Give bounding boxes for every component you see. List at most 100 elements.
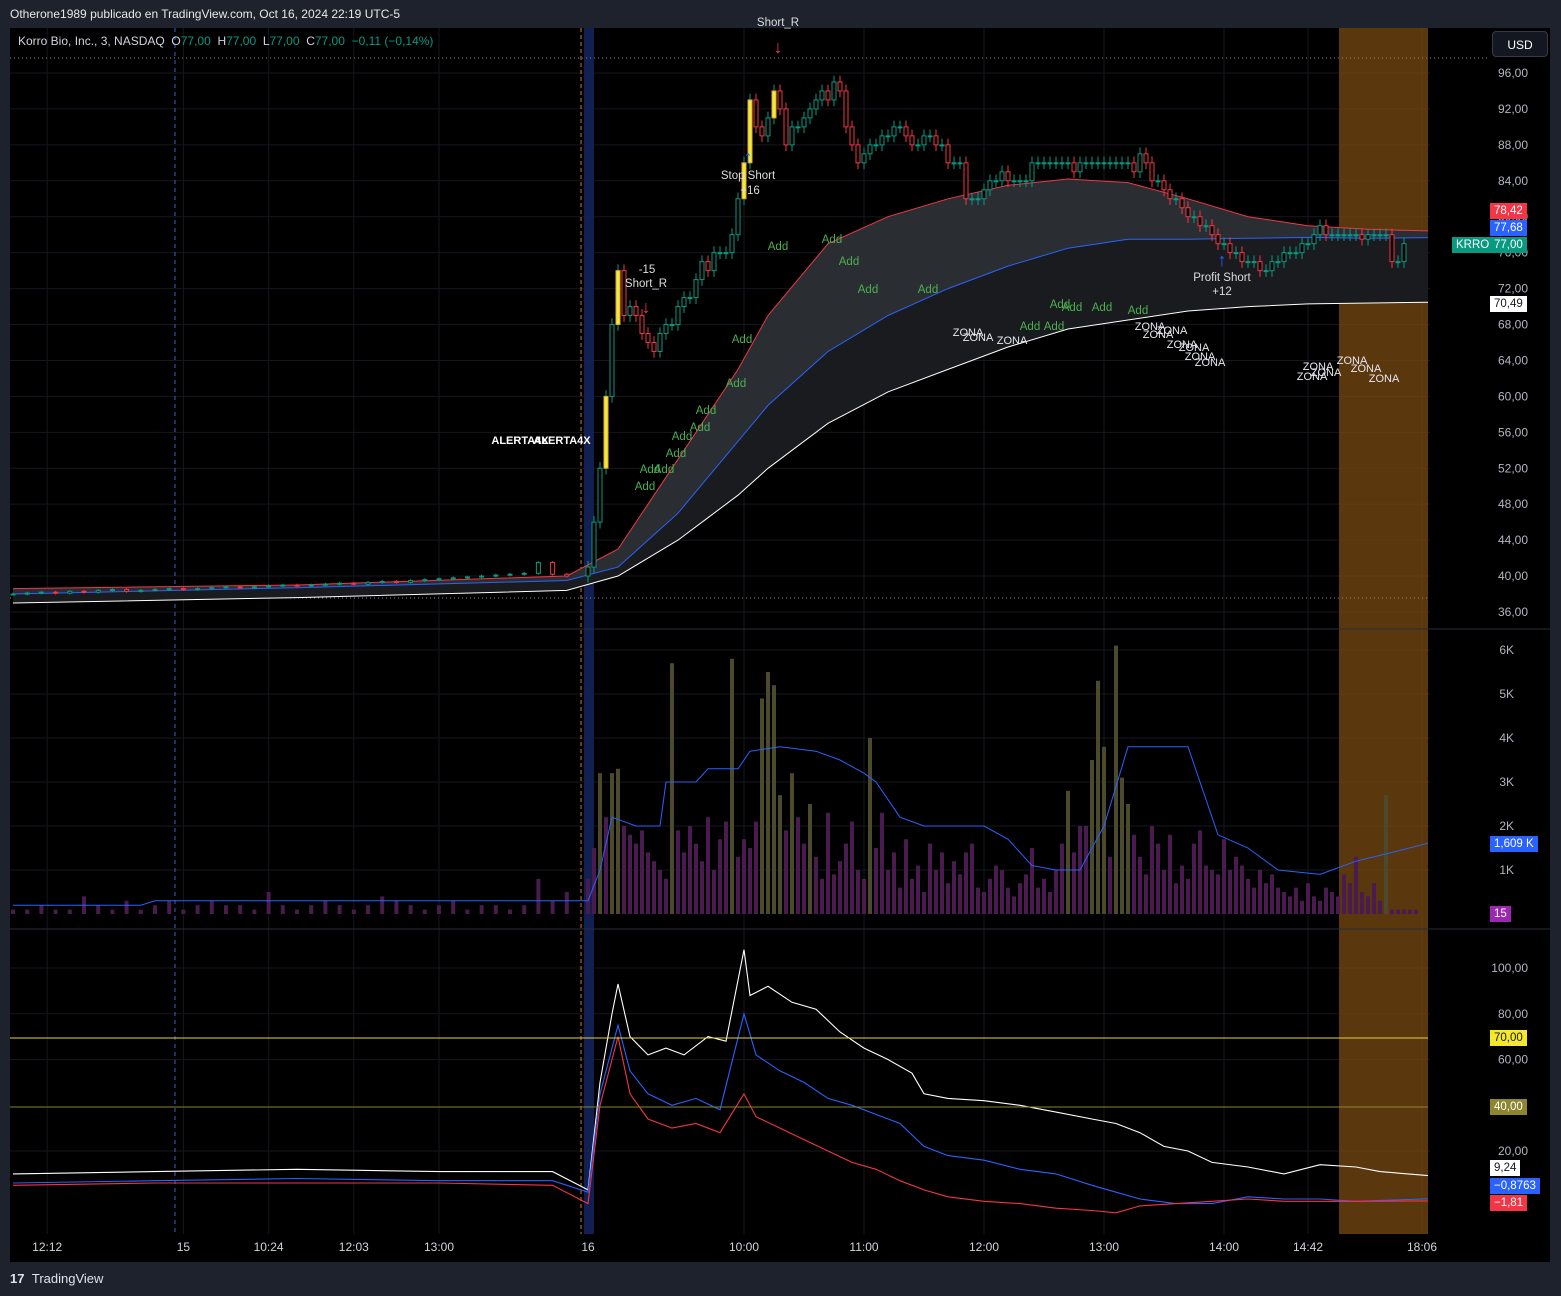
arrow-down-icon: ↓ [642, 297, 651, 317]
volume-bar [1342, 874, 1346, 914]
volume-bar [110, 909, 115, 914]
candle-body [981, 189, 987, 200]
volume-bar [195, 905, 200, 914]
volume-bar [1222, 839, 1226, 914]
candle-body [837, 81, 843, 92]
close-value: 77,00 [314, 34, 345, 48]
candle [771, 84, 777, 125]
volume-bar [1000, 870, 1004, 914]
time-tick-label: 15 [177, 1240, 191, 1254]
price-tick-label: 84,00 [1498, 174, 1528, 188]
time-tick-label: 18:06 [1407, 1240, 1437, 1254]
candle-body [843, 90, 849, 128]
volume-bar [1066, 790, 1070, 914]
volume-bar [252, 909, 257, 914]
osc-white-badge: 9,24 [1490, 1160, 1521, 1176]
volume-bar [1114, 645, 1118, 914]
candle-body [819, 90, 825, 101]
candle-body [1077, 162, 1083, 173]
candle-body [1389, 234, 1395, 263]
volume-bar [1042, 878, 1046, 914]
add-label: Add [918, 284, 938, 296]
signal-value: +16 [740, 185, 760, 197]
volume-bar [536, 878, 541, 914]
candle-body [1179, 198, 1185, 209]
arrow-down-icon: ↓ [774, 37, 783, 57]
volume-bar [1198, 830, 1202, 914]
volume-bar [610, 773, 614, 914]
candle-body [1311, 234, 1317, 245]
candle-body [633, 306, 639, 317]
volume-bar [1306, 883, 1310, 914]
signal-label: Profit Short [1193, 272, 1251, 284]
session-start-band [584, 28, 594, 1234]
volume-bar [1144, 874, 1148, 914]
high-label: H [217, 34, 227, 48]
candle-body [1203, 225, 1209, 228]
volume-bar [53, 909, 58, 914]
volume-bar [408, 905, 413, 914]
time-tick-label: 10:24 [254, 1240, 284, 1254]
volume-bar [844, 843, 848, 914]
volume-bar [736, 856, 740, 914]
volume-bar [1300, 900, 1304, 914]
candle-body [1353, 234, 1359, 237]
candle-body [711, 252, 717, 272]
candle-body [1365, 234, 1371, 240]
candle-body [1083, 162, 1089, 165]
zona-label: ZONA [963, 332, 994, 344]
volume-bar [658, 870, 662, 914]
volume-bar [167, 900, 172, 914]
candle-body [1173, 198, 1179, 201]
volume-bar [652, 861, 656, 914]
candle-body [945, 144, 951, 164]
middle-band-badge: 77,68 [1490, 220, 1527, 236]
currency-button[interactable]: USD [1492, 31, 1548, 57]
candle-body [1395, 261, 1401, 264]
volume-bar [856, 870, 860, 914]
candle-body [1185, 207, 1191, 218]
volume-bar [964, 852, 968, 914]
signal-value: -15 [639, 264, 656, 276]
candle-body [24, 592, 30, 595]
candle-body [1071, 162, 1077, 173]
candle-body [657, 333, 663, 352]
candle-body [669, 324, 675, 327]
candle-body [1047, 162, 1053, 165]
volume-bar [994, 865, 998, 914]
candle-body [705, 261, 711, 272]
volume-tick-label: 2K [1499, 819, 1514, 833]
volume-bar [564, 892, 569, 914]
volume-bar [1012, 896, 1016, 914]
candle-body [166, 588, 172, 591]
chart-canvas[interactable]: 96,0092,0088,0084,0080,0076,0072,0068,00… [0, 0, 1561, 1262]
candle-body [1269, 261, 1275, 272]
volume-bar [796, 817, 800, 914]
open-label: O [171, 34, 181, 48]
candle-body [879, 135, 885, 146]
volume-bar [634, 843, 638, 914]
candle-body [753, 99, 759, 128]
candle-body [891, 126, 897, 137]
volume-bar [1210, 870, 1214, 914]
candle-body [195, 588, 201, 591]
add-label: Add [768, 241, 788, 253]
volume-bar [958, 874, 962, 914]
volume-bar [1390, 909, 1394, 914]
candle-body [152, 589, 158, 592]
candle-body [1347, 234, 1353, 237]
candle-body [1275, 261, 1281, 264]
candle-body [1377, 234, 1383, 237]
volume-bar [437, 905, 441, 914]
volume-tick-label: 4K [1499, 731, 1514, 745]
volume-bar [1186, 878, 1190, 914]
price-tick-label: 60,00 [1498, 389, 1528, 403]
volume-bar [694, 843, 698, 914]
volume-bar [209, 900, 214, 914]
volume-bar [153, 905, 157, 914]
volume-bar [886, 870, 890, 914]
candle-body [735, 198, 741, 236]
price-tick-label: 40,00 [1498, 569, 1528, 583]
candle-body [675, 306, 681, 326]
volume-bar [790, 773, 794, 914]
